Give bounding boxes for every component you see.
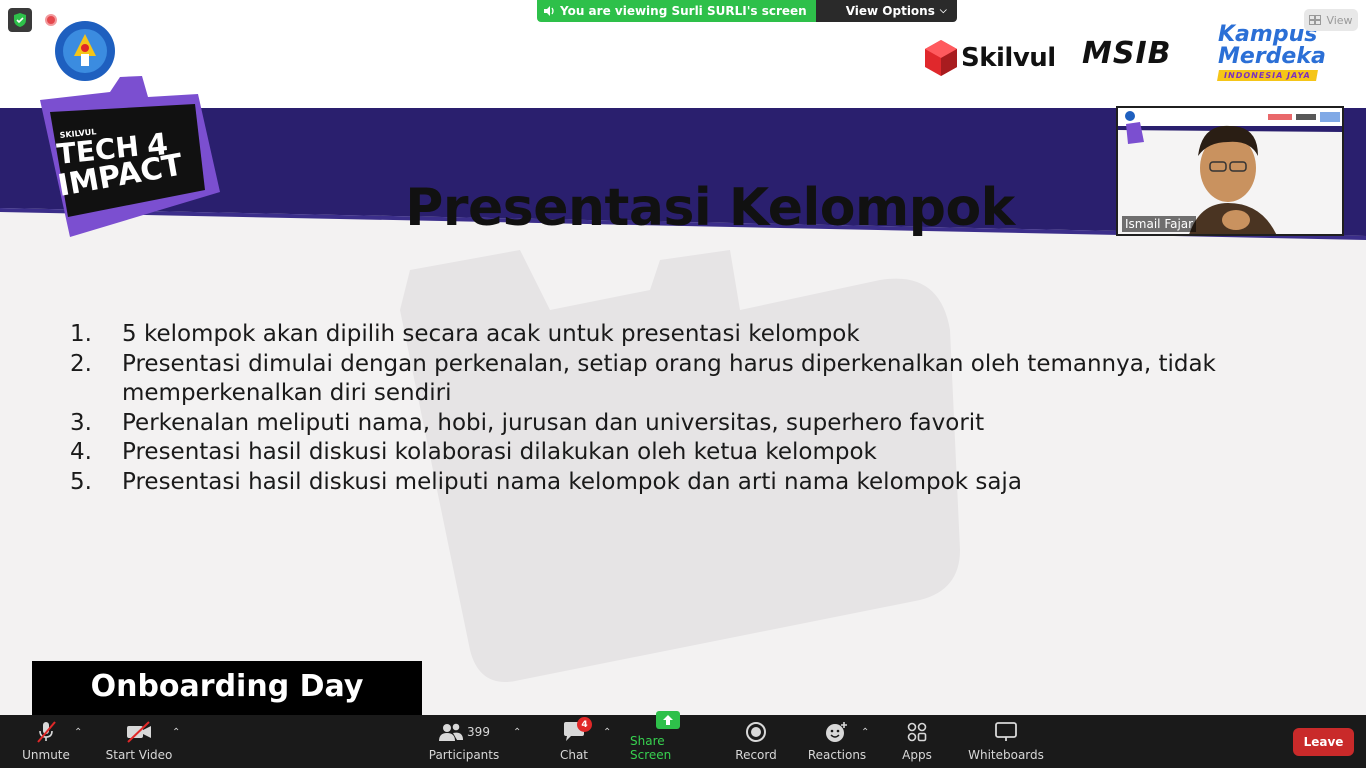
merdeka-wordmark: Merdeka <box>1218 44 1326 69</box>
whiteboards-button[interactable]: Whiteboards <box>968 715 1044 768</box>
list-text: Presentasi hasil diskusi kolaborasi dila… <box>122 439 877 466</box>
grid-view-icon <box>1309 15 1322 25</box>
list-number: 2. <box>70 350 92 377</box>
reactions-label: Reactions <box>807 748 867 762</box>
kampus-wordmark: Kampus <box>1218 22 1318 47</box>
skilvul-logo: Skilvul <box>925 40 1056 76</box>
participants-count: 399 <box>467 725 490 739</box>
list-number: 3. <box>70 409 92 436</box>
list-text: 5 kelompok akan dipilih secara acak untu… <box>122 321 860 347</box>
start-video-label: Start Video <box>105 748 173 762</box>
participants-options-chevron-icon[interactable]: ⌃ <box>513 727 521 738</box>
list-item: 2. Presentasi dimulai dengan perkenalan,… <box>60 350 1320 409</box>
participants-button[interactable]: 399 Participants <box>428 715 500 768</box>
reactions-button[interactable]: Reactions <box>808 715 866 768</box>
meeting-toolbar: Unmute ⌃ Start Video ⌃ 399 Participants … <box>0 711 1366 768</box>
chat-unread-badge: 4 <box>577 717 592 732</box>
kampus-merdeka-logo: Kampus Merdeka INDONESIA JAYA <box>1217 22 1326 81</box>
share-screen-label: Share Screen <box>630 734 672 762</box>
list-number: 5. <box>70 468 92 495</box>
apps-icon <box>906 719 928 745</box>
chat-options-chevron-icon[interactable]: ⌃ <box>603 727 611 738</box>
share-screen-button[interactable]: Share Screen <box>630 711 706 768</box>
msib-wordmark: MSIB <box>1082 36 1172 71</box>
list-item: 3. Perkenalan meliputi nama, hobi, jurus… <box>60 409 1320 439</box>
msib-logo: MSIB <box>1082 36 1172 71</box>
list-item: 5. Presentasi hasil diskusi meliputi nam… <box>60 468 1320 498</box>
microphone-muted-icon <box>35 719 57 745</box>
skilvul-wordmark: Skilvul <box>961 43 1056 73</box>
skilvul-cube-icon <box>925 40 957 76</box>
participant-video-thumbnail[interactable]: Ismail Fajar <box>1116 106 1344 236</box>
slide-list: 1. 5 kelompok akan dipilih secara acak u… <box>60 320 1320 498</box>
security-shield-icon[interactable] <box>8 8 32 32</box>
screen-share-banner: You are viewing Surli SURLI's screen Vie… <box>537 0 957 22</box>
unmute-button[interactable]: Unmute <box>18 715 74 768</box>
audio-options-chevron-icon[interactable]: ⌃ <box>74 727 82 738</box>
view-button-label: View <box>1326 13 1353 27</box>
onboarding-banner-text: Onboarding Day <box>90 669 364 704</box>
participants-icon: 399 <box>438 719 490 745</box>
chevron-down-icon: ⌵ <box>939 6 947 16</box>
speaker-icon <box>544 6 554 16</box>
list-text: Presentasi hasil diskusi meliputi nama k… <box>122 468 1022 495</box>
apps-label: Apps <box>902 748 932 762</box>
whiteboards-label: Whiteboards <box>968 748 1044 762</box>
viewing-text: You are viewing Surli SURLI's screen <box>560 4 807 18</box>
share-screen-icon <box>656 711 680 731</box>
list-text: Presentasi dimulai dengan perkenalan, se… <box>122 350 1216 407</box>
kampus-tagline: INDONESIA JAYA <box>1217 70 1318 81</box>
video-options-chevron-icon[interactable]: ⌃ <box>172 727 180 738</box>
start-video-button[interactable]: Start Video <box>105 715 173 768</box>
list-text: Perkenalan meliputi nama, hobi, jurusan … <box>122 409 985 436</box>
reactions-smiley-icon <box>825 719 849 745</box>
view-options-button[interactable]: View Options ⌵ <box>815 0 957 22</box>
recording-indicator-icon[interactable] <box>38 8 64 32</box>
onboarding-banner: Onboarding Day <box>32 661 422 715</box>
leave-button[interactable]: Leave <box>1293 728 1354 756</box>
participant-name-label: Ismail Fajar <box>1122 216 1197 232</box>
record-icon <box>745 719 767 745</box>
reactions-options-chevron-icon[interactable]: ⌃ <box>861 727 869 738</box>
video-camera-muted-icon <box>125 719 153 745</box>
whiteboard-icon <box>995 719 1017 745</box>
view-button[interactable]: View <box>1304 9 1358 31</box>
list-item: 1. 5 kelompok akan dipilih secara acak u… <box>60 320 1320 350</box>
list-item: 4. Presentasi hasil diskusi kolaborasi d… <box>60 438 1320 468</box>
chat-label: Chat <box>559 748 589 762</box>
record-label: Record <box>735 748 777 762</box>
record-button[interactable]: Record <box>734 715 778 768</box>
list-number: 4. <box>70 439 92 466</box>
viewing-label: You are viewing Surli SURLI's screen <box>537 0 816 22</box>
unmute-label: Unmute <box>22 748 70 762</box>
view-options-label: View Options <box>845 4 935 18</box>
apps-button[interactable]: Apps <box>900 715 934 768</box>
list-number: 1. <box>70 321 92 347</box>
participants-label: Participants <box>428 748 500 762</box>
